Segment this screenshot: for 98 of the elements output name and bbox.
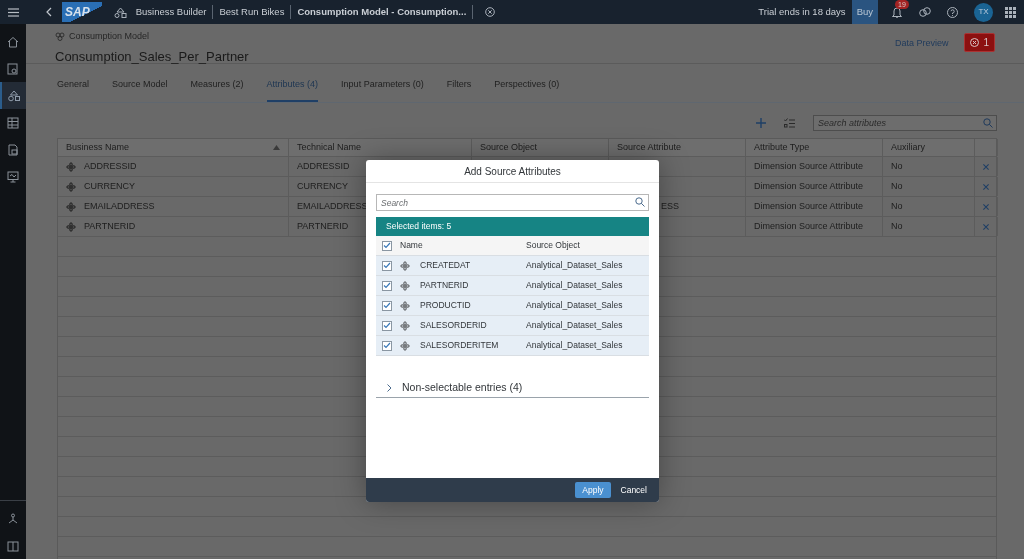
list-cell: CREATEDAT	[420, 259, 471, 272]
table-cell-text: EMAILADDRESS	[84, 199, 155, 213]
checkbox[interactable]	[382, 340, 392, 351]
search-icon[interactable]	[635, 197, 645, 207]
lock-document-icon[interactable]	[7, 143, 19, 156]
chat-icon[interactable]	[919, 6, 931, 18]
cancel-button[interactable]: Cancel	[614, 481, 653, 499]
list-cell: PRODUCTID	[420, 299, 471, 312]
apps-icon[interactable]	[1005, 6, 1016, 18]
list-cell: SALESORDERID	[420, 319, 487, 332]
chevron-icon[interactable]	[386, 383, 392, 392]
attribute-icon	[66, 181, 76, 192]
table-cell-text: CURRENCY	[84, 179, 135, 193]
error-icon	[970, 38, 980, 47]
back-icon[interactable]	[46, 7, 52, 17]
checkbox[interactable]	[382, 240, 392, 251]
book-icon[interactable]	[7, 539, 19, 552]
table-cell-text: Dimension Source Attribute	[754, 219, 864, 233]
table-cell-text: No	[891, 219, 903, 233]
logo[interactable]: SAP	[62, 2, 102, 22]
column-header[interactable]: Source Attribute	[617, 140, 682, 155]
selection-count: Selected items: 5	[386, 220, 452, 233]
data-preview-link[interactable]: Data Preview	[894, 37, 949, 51]
tab[interactable]: Attributes (4)	[266, 78, 319, 102]
checkbox[interactable]	[382, 300, 392, 311]
table-cell-text: PARTNERID	[84, 219, 136, 233]
table-cell-text: No	[891, 159, 903, 173]
menu-icon[interactable]	[7, 7, 19, 17]
attribute-icon	[400, 300, 410, 311]
search-field[interactable]: Search attributes	[813, 115, 997, 131]
list-cell: Analytical_Dataset_Sales	[526, 279, 623, 292]
table-cell-text: CURRENCY	[297, 179, 348, 193]
avatar[interactable]: TX	[974, 2, 993, 22]
table-icon[interactable]	[7, 116, 19, 129]
error-button[interactable]: 1	[964, 33, 995, 52]
table-cell-text: Dimension Source Attribute	[754, 159, 864, 173]
breadcrumb-link[interactable]: Business Builder	[129, 4, 214, 20]
search-icon[interactable]	[983, 118, 993, 128]
tab[interactable]: Measures (2)	[190, 78, 244, 102]
shapes-icon[interactable]	[8, 89, 20, 102]
table-cell-text: ADDRESSID	[297, 159, 350, 173]
bell-icon[interactable]	[892, 6, 902, 18]
list-cell: Analytical_Dataset_Sales	[526, 299, 623, 312]
checkbox[interactable]	[382, 320, 392, 331]
tab[interactable]: Input Parameters (0)	[341, 78, 424, 102]
checkbox[interactable]	[382, 280, 392, 291]
model-icon	[55, 32, 65, 42]
search-field[interactable]: Search	[376, 194, 649, 211]
tab[interactable]: Perspectives (0)	[494, 78, 560, 102]
apply-button[interactable]: Apply	[575, 481, 611, 499]
trial-text: Trial ends in 18 days	[758, 4, 846, 19]
table-cell-text: PARTNERID	[297, 219, 349, 233]
search-document-icon[interactable]	[7, 62, 19, 75]
list-cell: PARTNERID	[420, 279, 469, 292]
dialog-title: Add Source Attributes	[464, 164, 561, 179]
table-cell-text: Dimension Source Attribute	[754, 179, 864, 193]
attribute-icon	[400, 340, 410, 351]
buy-button[interactable]: Buy	[851, 0, 878, 24]
column-header[interactable]: Source Object	[526, 239, 580, 252]
attribute-icon	[400, 260, 410, 271]
column-header[interactable]: Attribute Type	[754, 140, 810, 155]
attribute-icon	[66, 221, 76, 232]
page-title: Consumption_Sales_Per_Partner	[55, 47, 249, 66]
close-icon[interactable]	[485, 7, 496, 17]
help-icon[interactable]	[947, 6, 958, 18]
table-cell-text: Dimension Source Attribute	[754, 199, 864, 213]
tab[interactable]: Source Model	[112, 78, 168, 102]
breadcrumb-link[interactable]: Consumption Model - Consumption...	[291, 4, 474, 20]
sort-icon[interactable]	[273, 145, 280, 150]
monitor-icon[interactable]	[7, 170, 19, 183]
attribute-icon	[400, 320, 410, 331]
network-icon[interactable]	[7, 512, 19, 525]
column-header[interactable]: Auxiliary	[891, 140, 925, 155]
list-cell: SALESORDERITEM	[420, 339, 499, 352]
table-cell-text: No	[891, 199, 903, 213]
tab[interactable]: Filters	[446, 78, 472, 102]
table-cell-text: No	[891, 179, 903, 193]
attribute-icon	[400, 280, 410, 291]
shapes-icon	[113, 6, 127, 18]
breadcrumb-link[interactable]: Best Run Bikes	[213, 4, 292, 20]
attribute-icon	[66, 201, 76, 212]
column-header[interactable]: Source Object	[480, 140, 538, 155]
checklist-icon[interactable]	[784, 118, 795, 128]
checkbox[interactable]	[382, 260, 392, 271]
list-cell: Analytical_Dataset_Sales	[526, 339, 623, 352]
table-cell-text: ADDRESSID	[84, 159, 137, 173]
list-cell: Analytical_Dataset_Sales	[526, 319, 623, 332]
object-type: Consumption Model	[69, 30, 150, 43]
column-header[interactable]: Business Name	[66, 140, 130, 155]
tab[interactable]: General	[57, 78, 90, 102]
column-header[interactable]: Technical Name	[297, 140, 362, 155]
attribute-icon	[66, 161, 76, 172]
column-header[interactable]: Name	[400, 239, 423, 252]
table-cell-text: EMAILADDRESS	[297, 199, 368, 213]
table-cell-text: ESS	[661, 199, 679, 213]
home-icon[interactable]	[7, 35, 19, 48]
group-header[interactable]: Non-selectable entries (4)	[402, 379, 523, 396]
list-cell: Analytical_Dataset_Sales	[526, 259, 623, 272]
